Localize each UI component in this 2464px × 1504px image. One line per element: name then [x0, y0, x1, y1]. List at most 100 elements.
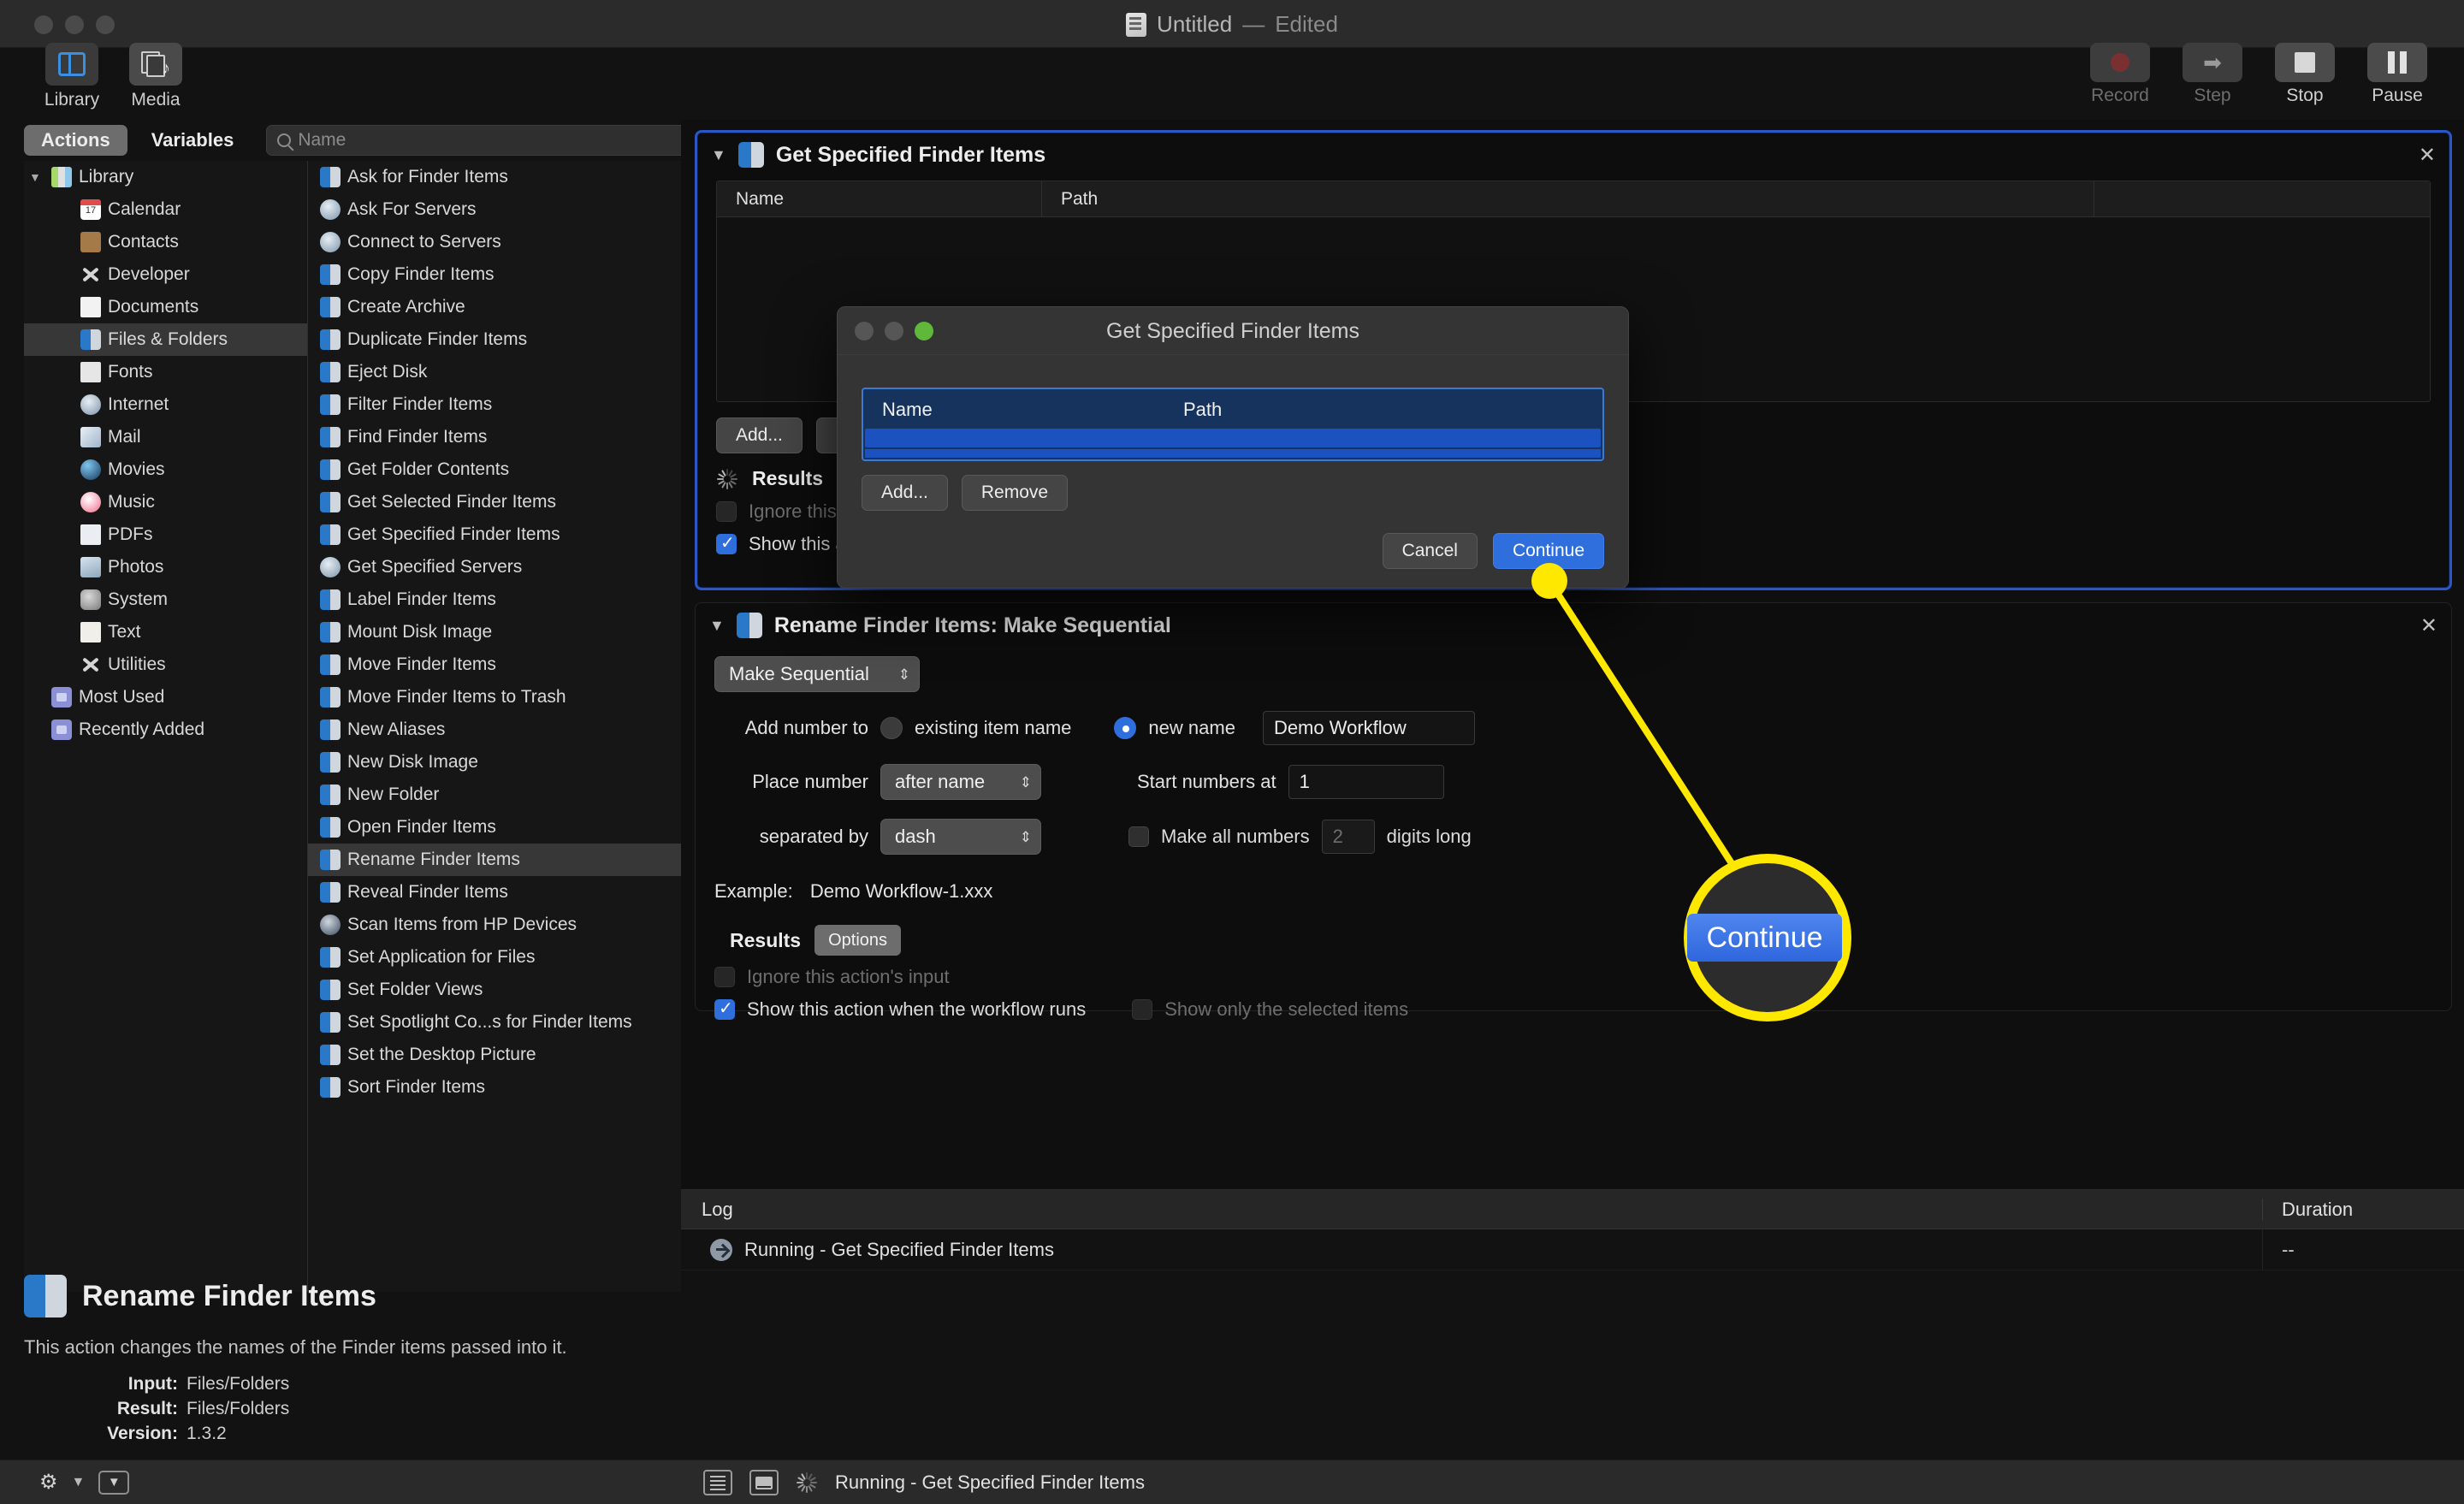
sidebar-item-files-folders[interactable]: Files & Folders	[24, 323, 307, 356]
close-icon[interactable]: ✕	[2420, 613, 2437, 638]
list-item[interactable]: Find Finder Items	[308, 421, 700, 453]
column-header-path[interactable]: Path	[1042, 181, 2094, 216]
radio-existing-item-name[interactable]	[880, 717, 903, 739]
dialog-items-table[interactable]: Name Path	[862, 388, 1604, 461]
sidebar-item-developer[interactable]: Developer	[24, 258, 307, 291]
dialog-table-row[interactable]	[865, 429, 1601, 447]
list-item[interactable]: New Aliases	[308, 714, 700, 746]
split-view-icon[interactable]	[749, 1469, 779, 1495]
list-item[interactable]: Reveal Finder Items	[308, 876, 700, 909]
new-name-input[interactable]: Demo Workflow	[1262, 711, 1475, 745]
duration-column-header[interactable]: Duration	[2263, 1199, 2464, 1221]
list-item[interactable]: Ask For Servers	[308, 193, 700, 226]
list-item[interactable]: Mount Disk Image	[308, 616, 700, 648]
chevron-down-icon[interactable]: ▼	[72, 1475, 86, 1490]
disclosure-triangle-icon[interactable]: ▼	[711, 146, 726, 164]
options-button[interactable]: Options	[814, 925, 902, 956]
close-icon[interactable]: ✕	[2419, 143, 2436, 168]
sidebar-item-internet[interactable]: Internet	[24, 388, 307, 421]
show-selected-only-checkbox[interactable]	[1132, 999, 1153, 1020]
sidebar-item-pdfs[interactable]: PDFs	[24, 518, 307, 551]
workflow-action-rename-finder-items[interactable]: ▼ Rename Finder Items: Make Sequential ✕…	[695, 602, 2452, 1020]
sidebar-item-photos[interactable]: Photos	[24, 551, 307, 583]
toolbar-button-stop[interactable]: Stop	[2266, 43, 2344, 106]
sidebar-item-music[interactable]: Music	[24, 486, 307, 518]
disclosure-triangle-icon[interactable]: ▼	[709, 617, 725, 635]
dialog-remove-button[interactable]: Remove	[961, 475, 1069, 511]
toolbar-button-media[interactable]: ♪ Media	[120, 43, 192, 110]
list-item[interactable]: Get Specified Finder Items	[308, 518, 700, 551]
get-specified-finder-items-dialog[interactable]: Get Specified Finder Items Name Path Add…	[837, 306, 1629, 589]
digits-input[interactable]: 2	[1321, 820, 1375, 854]
list-item[interactable]: Sort Finder Items	[308, 1071, 700, 1104]
sidebar-item-text[interactable]: Text	[24, 616, 307, 648]
show-action-row[interactable]: Show this action when the workflow runs …	[696, 988, 2451, 1021]
list-item[interactable]: Filter Finder Items	[308, 388, 700, 421]
library-category-list[interactable]: ▼ Library Calendar Contacts Developer Documen…	[24, 161, 308, 1292]
tab-actions[interactable]: Actions	[24, 125, 127, 156]
dialog-traffic-lights[interactable]	[855, 322, 933, 340]
list-item[interactable]: Copy Finder Items	[308, 258, 700, 291]
log-column-header[interactable]: Log	[681, 1198, 2263, 1221]
ignore-input-checkbox[interactable]	[714, 967, 735, 987]
sidebar-item-documents[interactable]: Documents	[24, 291, 307, 323]
list-item[interactable]: Label Finder Items	[308, 583, 700, 616]
disclosure-button-icon[interactable]: ▼	[98, 1470, 130, 1495]
sidebar-item-contacts[interactable]: Contacts	[24, 226, 307, 258]
list-item[interactable]: Get Specified Servers	[308, 551, 700, 583]
make-all-numbers-checkbox[interactable]	[1128, 826, 1149, 847]
toolbar-button-pause[interactable]: Pause	[2358, 43, 2437, 106]
sidebar-item-mail[interactable]: Mail	[24, 421, 307, 453]
ignore-input-row[interactable]: Ignore this action's input	[696, 956, 2451, 988]
dialog-table-row[interactable]	[865, 449, 1601, 458]
separated-by-popup[interactable]: dash ⇕	[880, 819, 1041, 855]
dialog-column-header-name[interactable]: Name	[863, 389, 1164, 429]
list-item[interactable]: Connect to Servers	[308, 226, 700, 258]
minimize-button[interactable]	[885, 322, 903, 340]
sidebar-item-utilities[interactable]: Utilities	[24, 648, 307, 681]
list-item[interactable]: Set Folder Views	[308, 974, 700, 1006]
disclosure-triangle-icon[interactable]: ▼	[29, 170, 44, 184]
list-item[interactable]: New Folder	[308, 779, 700, 811]
add-button[interactable]: Add...	[716, 417, 803, 453]
column-header-name[interactable]: Name	[717, 181, 1042, 216]
list-item[interactable]: Move Finder Items	[308, 648, 700, 681]
list-item[interactable]: Duplicate Finder Items	[308, 323, 700, 356]
list-item[interactable]: Set Application for Files	[308, 941, 700, 974]
list-item[interactable]: Open Finder Items	[308, 811, 700, 844]
sidebar-item-library[interactable]: ▼ Library	[24, 161, 307, 193]
toolbar-button-step[interactable]: ➡ Step	[2173, 43, 2252, 106]
search-input[interactable]: Name	[266, 125, 700, 156]
tab-variables[interactable]: Variables	[134, 125, 252, 156]
rename-mode-popup[interactable]: Make Sequential ⇕	[714, 656, 920, 692]
list-item[interactable]: Set Spotlight Co...s for Finder Items	[308, 1006, 700, 1039]
log-row[interactable]: Running - Get Specified Finder Items --	[681, 1229, 2464, 1270]
show-action-checkbox[interactable]	[714, 998, 735, 1020]
place-number-popup[interactable]: after name ⇕	[880, 764, 1041, 800]
sidebar-item-system[interactable]: System	[24, 583, 307, 616]
list-item[interactable]: Get Folder Contents	[308, 453, 700, 486]
list-item[interactable]: Create Archive	[308, 291, 700, 323]
dialog-column-header-path[interactable]: Path	[1164, 389, 1602, 429]
list-item[interactable]: Eject Disk	[308, 356, 700, 388]
list-item[interactable]: Scan Items from HP Devices	[308, 909, 700, 941]
list-item[interactable]: Rename Finder Items	[308, 844, 700, 876]
list-item[interactable]: Ask for Finder Items	[308, 161, 700, 193]
start-numbers-input[interactable]: 1	[1288, 765, 1444, 799]
list-item[interactable]: Set the Desktop Picture	[308, 1039, 700, 1071]
list-item[interactable]: Get Selected Finder Items	[308, 486, 700, 518]
sidebar-item-recently-added[interactable]: Recently Added	[24, 714, 307, 746]
log-view-icon[interactable]	[703, 1469, 732, 1495]
cancel-button[interactable]: Cancel	[1382, 533, 1478, 569]
sidebar-item-most-used[interactable]: Most Used	[24, 681, 307, 714]
ignore-input-checkbox[interactable]	[716, 501, 737, 522]
sidebar-item-movies[interactable]: Movies	[24, 453, 307, 486]
list-item[interactable]: Move Finder Items to Trash	[308, 681, 700, 714]
radio-new-name[interactable]	[1114, 717, 1137, 739]
toolbar-button-record[interactable]: Record	[2081, 43, 2159, 106]
toolbar-button-library[interactable]: Library	[36, 43, 108, 110]
library-action-list[interactable]: Ask for Finder Items Ask For Servers Conne…	[308, 161, 700, 1292]
close-button[interactable]	[855, 322, 874, 340]
list-item[interactable]: New Disk Image	[308, 746, 700, 779]
gear-icon[interactable]: ⚙	[39, 1470, 58, 1495]
